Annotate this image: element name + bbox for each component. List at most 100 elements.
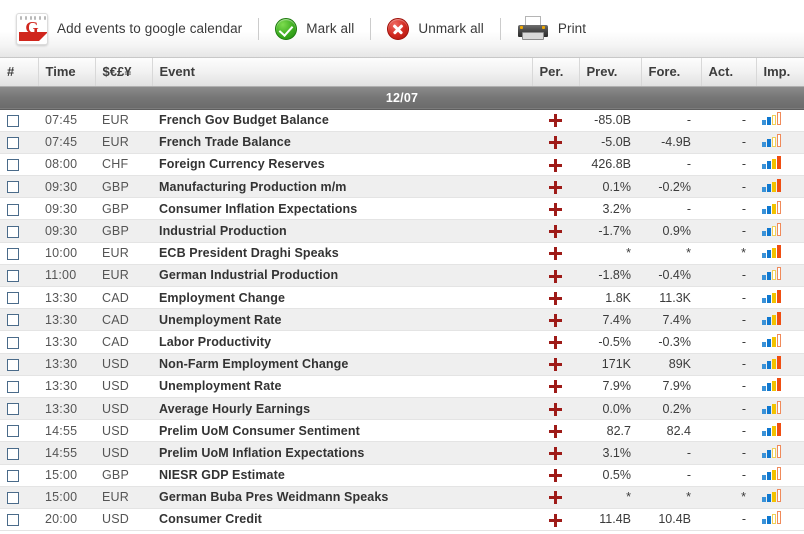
column-header-currency[interactable]: $€£¥ [95, 58, 153, 87]
row-checkbox[interactable] [7, 314, 19, 327]
row-checkbox[interactable] [7, 403, 19, 416]
importance-icon[interactable] [762, 112, 781, 126]
importance-icon[interactable] [762, 422, 781, 436]
row-event-name[interactable]: Consumer Inflation Expectations [152, 197, 532, 221]
row-checkbox-cell[interactable] [0, 508, 38, 532]
row-importance-cell[interactable] [756, 242, 804, 265]
row-checkbox[interactable] [7, 247, 19, 260]
column-header-act[interactable]: Act. [701, 58, 757, 87]
plus-icon[interactable] [549, 469, 562, 483]
row-checkbox-cell[interactable] [0, 264, 38, 288]
row-per-cell[interactable] [532, 464, 579, 487]
table-row[interactable]: 07:45 EUR French Gov Budget Balance -85.0B -… [0, 109, 804, 132]
importance-icon[interactable] [762, 444, 781, 458]
plus-icon[interactable] [549, 336, 562, 350]
row-event-name[interactable]: French Trade Balance [152, 131, 532, 154]
importance-icon[interactable] [762, 289, 781, 303]
plus-icon[interactable] [549, 269, 562, 283]
table-row[interactable]: 08:00 CHF Foreign Currency Reserves 426.8B -… [0, 153, 804, 177]
row-checkbox-cell[interactable] [0, 219, 38, 243]
plus-icon[interactable] [549, 136, 562, 150]
importance-icon[interactable] [762, 178, 781, 192]
table-row[interactable]: 13:30 CAD Labor Productivity -0.5% -0.3% - [0, 330, 804, 354]
row-checkbox-cell[interactable] [0, 464, 38, 487]
row-per-cell[interactable] [532, 308, 579, 332]
column-header-prev[interactable]: Prev. [579, 58, 642, 87]
table-row[interactable]: 13:30 USD Average Hourly Earnings 0.0% 0.2% - [0, 397, 804, 421]
row-event-name[interactable]: Non-Farm Employment Change [152, 353, 532, 376]
row-checkbox[interactable] [7, 181, 19, 194]
row-event-name[interactable]: ECB President Draghi Speaks [152, 242, 532, 265]
row-importance-cell[interactable] [756, 375, 804, 398]
mark-all-button[interactable]: Mark all [265, 7, 364, 51]
row-event-name[interactable]: Prelim UoM Inflation Expectations [152, 441, 532, 465]
column-header-per[interactable]: Per. [532, 58, 580, 87]
row-event-name[interactable]: NIESR GDP Estimate [152, 464, 532, 487]
importance-icon[interactable] [762, 489, 781, 503]
plus-icon[interactable] [549, 358, 562, 372]
importance-icon[interactable] [762, 511, 781, 525]
plus-icon[interactable] [549, 513, 562, 527]
table-row[interactable]: 07:45 EUR French Trade Balance -5.0B -4.9B - [0, 131, 804, 154]
column-header-time[interactable]: Time [38, 58, 96, 87]
row-event-name[interactable]: Consumer Credit [152, 508, 532, 532]
row-checkbox-cell[interactable] [0, 109, 38, 132]
table-row[interactable]: 15:00 EUR German Buba Pres Weidmann Speaks… [0, 486, 804, 509]
row-importance-cell[interactable] [756, 131, 804, 154]
row-importance-cell[interactable] [756, 264, 804, 288]
table-row[interactable]: 13:30 USD Non-Farm Employment Change 171K 89… [0, 353, 804, 376]
plus-icon[interactable] [549, 491, 562, 505]
row-checkbox[interactable] [7, 336, 19, 349]
row-checkbox[interactable] [7, 447, 19, 460]
row-event-name[interactable]: Unemployment Rate [152, 308, 532, 332]
table-row[interactable]: 15:00 GBP NIESR GDP Estimate 0.5% - - [0, 464, 804, 487]
row-importance-cell[interactable] [756, 419, 804, 443]
row-importance-cell[interactable] [756, 153, 804, 177]
row-per-cell[interactable] [532, 131, 579, 154]
row-importance-cell[interactable] [756, 353, 804, 376]
add-to-google-calendar-button[interactable]: G Add events to google calendar [6, 7, 252, 51]
table-row[interactable]: 13:30 CAD Unemployment Rate 7.4% 7.4% - [0, 308, 804, 332]
table-row[interactable]: 13:30 USD Unemployment Rate 7.9% 7.9% - [0, 375, 804, 398]
row-per-cell[interactable] [532, 419, 579, 443]
row-importance-cell[interactable] [756, 219, 804, 243]
row-per-cell[interactable] [532, 109, 579, 132]
plus-icon[interactable] [549, 247, 562, 261]
row-checkbox-cell[interactable] [0, 375, 38, 398]
plus-icon[interactable] [549, 114, 562, 128]
row-per-cell[interactable] [532, 330, 579, 354]
row-event-name[interactable]: Prelim UoM Consumer Sentiment [152, 419, 532, 443]
print-button[interactable]: Print [507, 7, 596, 51]
column-header-imp[interactable]: Imp. [756, 58, 804, 87]
column-header-event[interactable]: Event [152, 58, 533, 87]
row-importance-cell[interactable] [756, 308, 804, 332]
importance-icon[interactable] [762, 134, 781, 148]
plus-icon[interactable] [549, 313, 562, 327]
row-checkbox[interactable] [7, 203, 19, 216]
row-checkbox[interactable] [7, 292, 19, 305]
row-per-cell[interactable] [532, 486, 579, 509]
row-event-name[interactable]: German Buba Pres Weidmann Speaks [152, 486, 532, 509]
row-per-cell[interactable] [532, 508, 579, 532]
plus-icon[interactable] [549, 291, 562, 305]
row-checkbox-cell[interactable] [0, 397, 38, 421]
row-per-cell[interactable] [532, 153, 579, 177]
row-checkbox[interactable] [7, 469, 19, 482]
importance-icon[interactable] [762, 467, 781, 481]
row-per-cell[interactable] [532, 264, 579, 288]
row-checkbox[interactable] [7, 425, 19, 438]
row-checkbox-cell[interactable] [0, 242, 38, 265]
row-checkbox[interactable] [7, 114, 19, 127]
row-event-name[interactable]: Foreign Currency Reserves [152, 153, 532, 177]
row-checkbox[interactable] [7, 491, 19, 504]
row-checkbox-cell[interactable] [0, 353, 38, 376]
plus-icon[interactable] [549, 447, 562, 460]
plus-icon[interactable] [549, 202, 562, 216]
row-checkbox[interactable] [7, 358, 19, 371]
row-per-cell[interactable] [532, 286, 579, 310]
importance-icon[interactable] [762, 245, 781, 259]
row-checkbox-cell[interactable] [0, 419, 38, 443]
row-checkbox[interactable] [7, 159, 19, 172]
row-event-name[interactable]: Employment Change [152, 286, 532, 310]
importance-icon[interactable] [762, 400, 781, 414]
